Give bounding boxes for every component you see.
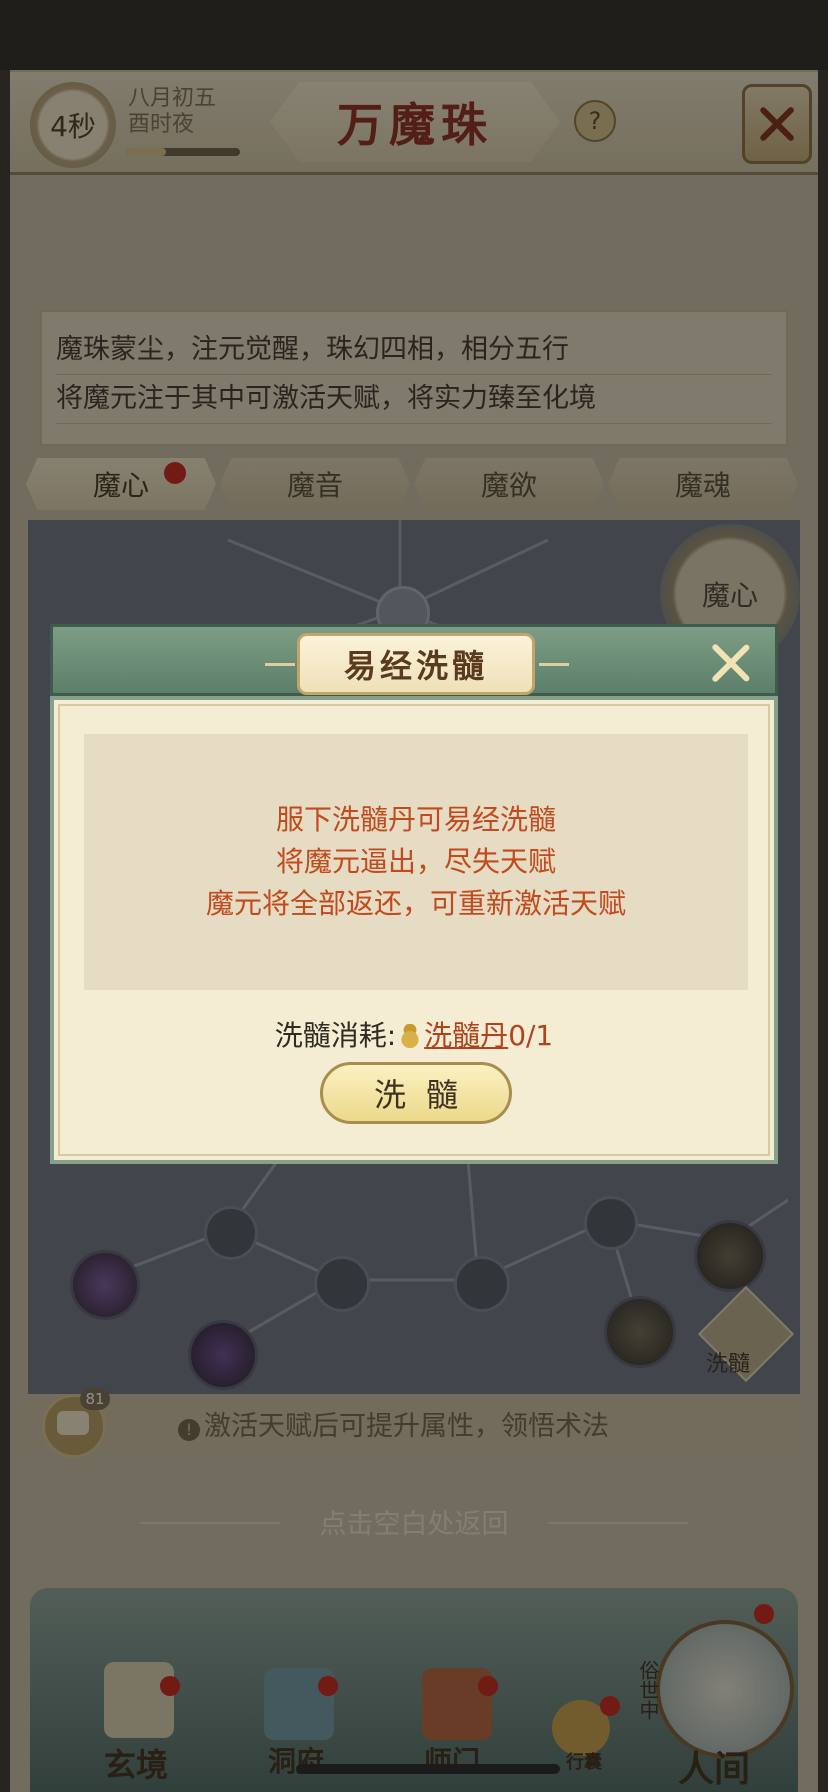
- intro-line-2: 将魔元注于其中可激活天赋，将实力臻至化境: [56, 375, 772, 424]
- mode-badge-label: 魔心: [701, 579, 758, 612]
- hint-message: 激活天赋后可提升属性，领悟术法: [204, 1411, 609, 1442]
- intro-line-1: 魔珠蒙尘，注元觉醒，珠幻四相，相分五行: [56, 326, 772, 375]
- cost-label: 洗髓消耗:: [274, 1019, 397, 1052]
- world-icon[interactable]: [656, 1620, 794, 1758]
- info-line-2: 将魔元逼出，尽失天赋: [275, 845, 556, 878]
- title-ornament: [265, 663, 295, 666]
- intro-panel: 魔珠蒙尘，注元觉醒，珠幻四相，相分五行 将魔元注于其中可激活天赋，将实力臻至化境: [40, 310, 788, 446]
- chat-icon: [57, 1411, 89, 1435]
- info-line-1: 服下洗髓丹可易经洗髓: [275, 803, 556, 836]
- info-panel: 服下洗髓丹可易经洗髓 将魔元逼出，尽失天赋 魔元将全部返还，可重新激活天赋: [84, 734, 748, 990]
- help-button[interactable]: ?: [574, 100, 616, 142]
- title-ornament: [539, 663, 569, 666]
- cost-row: 洗髓消耗: 洗髓丹0/1: [54, 1014, 774, 1054]
- page-title: 万魔珠: [270, 82, 560, 162]
- game-date: 八月初五 酉时夜: [128, 86, 258, 138]
- tab-label: 魔魂: [674, 469, 731, 502]
- nav-side-label: 俗世中: [636, 1660, 660, 1720]
- talent-node-rare[interactable]: [604, 1296, 676, 1368]
- nav-renjian[interactable]: 人间: [678, 1740, 750, 1792]
- home-indicator[interactable]: [296, 1764, 560, 1774]
- tab-mohun[interactable]: 魔魂: [608, 458, 798, 510]
- scroll-icon[interactable]: [104, 1662, 174, 1738]
- cost-count: 0/1: [508, 1019, 554, 1052]
- notification-dot: [478, 1676, 498, 1696]
- notification-dot: [160, 1676, 180, 1696]
- tab-moxin[interactable]: 魔心: [26, 458, 216, 510]
- hint-text: ! 激活天赋后可提升属性，领悟术法: [178, 1404, 609, 1443]
- countdown-timer: 4秒: [30, 82, 116, 168]
- nav-xuanjing[interactable]: 玄境: [104, 1740, 168, 1786]
- dialog-body: 服下洗髓丹可易经洗髓 将魔元逼出，尽失天赋 魔元将全部返还，可重新激活天赋 洗髓…: [50, 696, 778, 1164]
- tab-moyin[interactable]: 魔音: [220, 458, 410, 510]
- info-line-3: 魔元将全部返还，可重新激活天赋: [205, 887, 626, 920]
- tab-moyu[interactable]: 魔欲: [414, 458, 604, 510]
- tap-to-return-hint[interactable]: 点击空白处返回: [0, 1502, 828, 1541]
- wash-marrow-label: 洗髓: [706, 1352, 751, 1377]
- tab-bar: 魔心 魔音 魔欲 魔魂: [26, 458, 802, 510]
- close-page-button[interactable]: [742, 84, 812, 164]
- notification-dot: [754, 1604, 774, 1624]
- talent-node[interactable]: [584, 1196, 638, 1250]
- tab-label: 魔音: [286, 469, 343, 502]
- talent-node-rare[interactable]: [694, 1220, 766, 1292]
- talent-node[interactable]: [314, 1256, 370, 1312]
- time-progress-fill: [126, 148, 166, 156]
- talent-node-rare[interactable]: [70, 1250, 140, 1320]
- time-line: 酉时夜: [128, 112, 195, 137]
- nav-shimen[interactable]: 师门: [424, 1740, 480, 1780]
- chat-unread-badge: 81: [80, 1388, 110, 1410]
- status-bar: [0, 0, 828, 70]
- wash-marrow-dialog: 易经洗髓 服下洗髓丹可易经洗髓 将魔元逼出，尽失天赋 魔元将全部返还，可重新激活…: [50, 624, 778, 1164]
- dialog-header: 易经洗髓: [50, 624, 778, 696]
- talent-node-rare[interactable]: [188, 1320, 258, 1390]
- tab-label: 魔心: [92, 469, 149, 502]
- talent-node[interactable]: [204, 1206, 258, 1260]
- alert-icon: !: [178, 1419, 200, 1441]
- notification-dot: [318, 1676, 338, 1696]
- dialog-close-button[interactable]: [703, 635, 759, 691]
- date-line: 八月初五: [128, 86, 217, 111]
- tab-label: 魔欲: [480, 469, 537, 502]
- notification-dot: [600, 1696, 620, 1716]
- nav-dongfu[interactable]: 洞府: [268, 1740, 324, 1780]
- wash-marrow-button[interactable]: 洗髓: [320, 1062, 512, 1124]
- gourd-icon: [400, 1024, 421, 1048]
- notification-dot: [164, 462, 186, 484]
- nav-xingnang[interactable]: 行囊: [566, 1748, 602, 1774]
- cost-item-link[interactable]: 洗髓丹: [424, 1019, 508, 1052]
- talent-node[interactable]: [454, 1256, 510, 1312]
- dialog-title: 易经洗髓: [297, 633, 535, 695]
